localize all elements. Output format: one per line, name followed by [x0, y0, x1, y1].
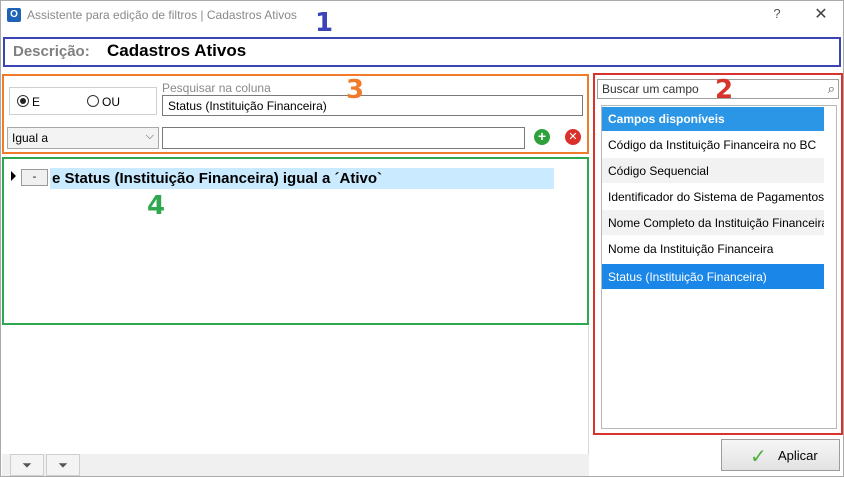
empty-panel-area: [2, 326, 589, 454]
filter-edit-icon: ⏷: [58, 458, 68, 472]
checkmark-icon: ✓: [750, 446, 767, 468]
bottom-tab-strip: ⏷ ⏷: [2, 454, 589, 476]
search-icon[interactable]: ⌕: [828, 81, 835, 97]
apply-button-label: Aplicar: [778, 448, 818, 463]
field-search-placeholder: Buscar um campo: [602, 82, 699, 96]
add-condition-button[interactable]: +: [534, 129, 550, 145]
annotation-2: 2: [715, 75, 734, 105]
filter-editor-window: O Assistente para edição de filtros | Ca…: [0, 0, 844, 477]
value-input[interactable]: [162, 127, 525, 149]
field-item-codigo-sequencial[interactable]: Código Sequencial: [602, 158, 824, 184]
description-row: Descrição: Cadastros Ativos: [3, 37, 841, 67]
description-value[interactable]: Cadastros Ativos: [107, 41, 246, 61]
radio-e-label: E: [32, 95, 41, 109]
close-icon: ✕: [568, 131, 578, 143]
field-item-identificador[interactable]: Identificador do Sistema de Pagamentos: [602, 184, 824, 210]
operator-value: Igual a: [12, 131, 49, 145]
filter-tree-panel: - e Status (Instituição Financeira) igua…: [2, 157, 589, 325]
filter-arrow-tab[interactable]: ⏷: [10, 454, 44, 476]
fields-list-header: Campos disponíveis: [602, 107, 824, 131]
close-button[interactable]: ✕: [811, 4, 831, 24]
tree-node-condition[interactable]: e Status (Instituição Financeira) igual …: [50, 168, 554, 189]
tree-toggle-button[interactable]: -: [21, 169, 48, 186]
app-icon: O: [7, 8, 21, 22]
radio-ou[interactable]: [87, 95, 99, 107]
fields-list: Campos disponíveis Código da Instituição…: [601, 105, 837, 429]
chevron-down-icon: ⌵: [145, 130, 154, 142]
field-item-nome-completo[interactable]: Nome Completo da Instituição Financeira: [602, 210, 824, 236]
annotation-4: 4: [147, 191, 166, 221]
search-column-label: Pesquisar na coluna: [162, 81, 271, 95]
logic-radio-group: E OU: [9, 87, 157, 115]
filter-edit-tab[interactable]: ⏷: [46, 454, 80, 476]
field-item-codigo-bc[interactable]: Código da Instituição Financeira no BC: [602, 132, 824, 158]
radio-e[interactable]: [17, 95, 29, 107]
radio-ou-label: OU: [102, 95, 120, 109]
annotation-3: 3: [346, 75, 365, 105]
expand-arrow-icon[interactable]: [11, 171, 16, 181]
plus-icon: +: [537, 128, 547, 144]
window-title: Assistente para edição de filtros | Cada…: [27, 8, 297, 22]
operator-select[interactable]: Igual a ⌵: [7, 127, 159, 149]
help-button[interactable]: ?: [769, 6, 785, 24]
apply-button[interactable]: ✓ Aplicar: [721, 439, 840, 471]
description-label: Descrição:: [13, 43, 90, 60]
filter-condition-panel: E OU Pesquisar na coluna Status (Institu…: [2, 74, 589, 154]
fields-panel: Buscar um campo ⌕ Campos disponíveis Cód…: [593, 73, 843, 435]
annotation-1: 1: [315, 8, 334, 38]
field-item-status[interactable]: Status (Instituição Financeira): [602, 264, 824, 290]
remove-condition-button[interactable]: ✕: [565, 129, 581, 145]
search-column-input[interactable]: Status (Instituição Financeira): [162, 95, 583, 116]
title-bar: O Assistente para edição de filtros | Ca…: [1, 1, 843, 31]
field-item-nome[interactable]: Nome da Instituição Financeira: [602, 236, 824, 262]
filter-arrow-icon: ⏷: [22, 458, 32, 472]
